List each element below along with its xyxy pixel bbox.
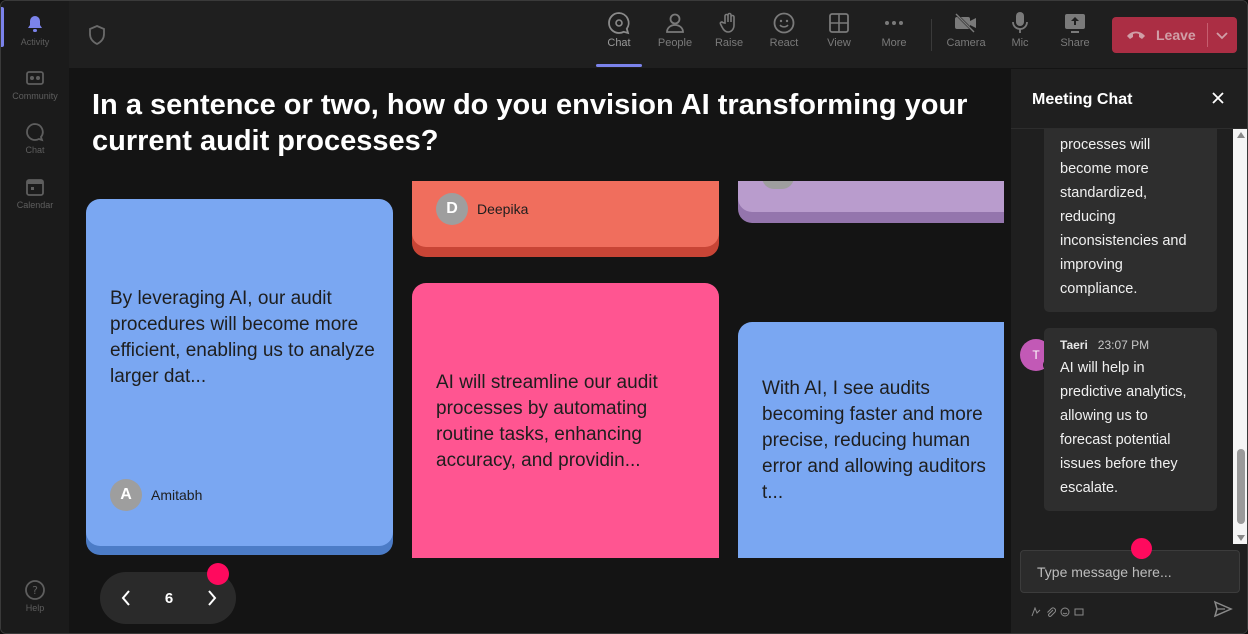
card-text: By leveraging AI, our audit procedures w… xyxy=(110,288,375,387)
response-card[interactable]: AI will streamline our audit processes b… xyxy=(412,283,719,558)
app-rail: Activity Community Chat Calendar ? Help xyxy=(1,1,69,633)
next-page-button[interactable] xyxy=(192,578,232,618)
attach-icon[interactable] xyxy=(1046,604,1056,617)
rail-label: Community xyxy=(12,91,58,101)
meeting-window: Activity Community Chat Calendar ? Help xyxy=(0,0,1248,634)
scroll-up-icon[interactable] xyxy=(1237,132,1245,138)
chat-header: Meeting Chat xyxy=(1011,69,1247,129)
tool-more[interactable]: More xyxy=(869,9,919,65)
emoji-icon[interactable] xyxy=(1060,604,1070,617)
chat-message: Taeri 23:07 PM AI will help in predictive… xyxy=(1044,328,1217,511)
tool-react[interactable]: React xyxy=(759,9,809,65)
bell-icon xyxy=(24,13,46,35)
people-icon xyxy=(662,9,688,37)
tool-label: View xyxy=(827,37,851,49)
rail-item-calendar[interactable]: Calendar xyxy=(1,176,69,210)
rail-item-help[interactable]: ? Help xyxy=(1,579,69,613)
chevron-left-icon xyxy=(121,590,130,606)
meeting-toolbar: Chat People Raise React View More Camera xyxy=(69,1,1247,69)
help-icon: ? xyxy=(24,579,46,601)
tool-chat[interactable]: Chat xyxy=(594,9,644,67)
rail-label: Chat xyxy=(25,145,45,155)
smiley-icon xyxy=(771,9,797,37)
tool-people[interactable]: People xyxy=(650,9,700,65)
chat-message: processes will become more standardized,… xyxy=(1044,129,1217,312)
close-icon[interactable] xyxy=(1209,89,1227,107)
shield-icon[interactable] xyxy=(87,25,107,46)
pointer-marker xyxy=(207,563,229,585)
message-time: 23:07 PM xyxy=(1097,338,1150,352)
share-icon xyxy=(1062,9,1088,37)
card-author: A Amitabh xyxy=(110,479,202,511)
meeting-chat-panel: Meeting Chat processes will become more … xyxy=(1011,69,1247,633)
tool-label: People xyxy=(657,37,693,49)
scroll-thumb[interactable] xyxy=(1237,449,1245,524)
response-card-amitabh[interactable]: By leveraging AI, our audit procedures w… xyxy=(86,199,393,546)
chat-title: Meeting Chat xyxy=(1032,91,1133,108)
tool-label: Share xyxy=(1060,37,1090,49)
gif-icon[interactable] xyxy=(1074,604,1084,616)
chat-icon xyxy=(24,121,46,143)
message-meta: Taeri 23:07 PM xyxy=(1060,338,1149,352)
tool-label: Mic xyxy=(1011,37,1029,49)
author-name: Amitabh xyxy=(151,487,203,503)
message-text: AI will help in predictive analytics, al… xyxy=(1060,360,1187,496)
tool-view[interactable]: View xyxy=(814,9,864,65)
tool-label: Chat xyxy=(607,37,631,49)
chat-icon xyxy=(606,9,632,37)
scroll-down-icon[interactable] xyxy=(1237,535,1245,541)
card-text: AI will streamline our audit processes b… xyxy=(436,372,658,471)
tool-share[interactable]: Share xyxy=(1050,9,1100,65)
scroll-clip xyxy=(401,151,1011,181)
rail-item-community[interactable]: Community xyxy=(1,67,69,101)
tool-raise[interactable]: Raise xyxy=(704,9,754,65)
send-icon[interactable] xyxy=(1213,600,1233,618)
format-icon[interactable] xyxy=(1031,604,1041,617)
rail-label: Calendar xyxy=(16,200,54,210)
rail-label: Activity xyxy=(20,37,50,47)
rail-item-chat[interactable]: Chat xyxy=(1,121,69,155)
tool-label: Raise xyxy=(714,37,744,49)
tool-label: React xyxy=(769,37,799,49)
rail-item-activity[interactable]: Activity xyxy=(1,7,69,47)
hand-icon xyxy=(716,9,742,37)
camera-off-icon xyxy=(953,9,979,37)
card-text: With AI, I see audits becoming faster an… xyxy=(762,378,986,503)
leave-divider xyxy=(1207,23,1208,47)
chat-scrollbar[interactable] xyxy=(1233,129,1247,544)
phone-hangup-icon xyxy=(1126,28,1146,42)
author-name: Deepika xyxy=(477,201,529,217)
tool-camera[interactable]: Camera xyxy=(941,9,991,65)
avatar: D xyxy=(436,193,468,225)
message-text: processes will become more standardized,… xyxy=(1060,137,1187,297)
leave-button[interactable]: Leave xyxy=(1112,17,1237,53)
chevron-down-icon[interactable] xyxy=(1215,29,1229,41)
leave-label: Leave xyxy=(1156,27,1196,43)
svg-text:?: ? xyxy=(32,584,38,597)
grid-icon xyxy=(826,9,852,37)
pointer-marker xyxy=(1131,538,1152,559)
calendar-icon xyxy=(24,176,46,198)
prev-page-button[interactable] xyxy=(106,578,146,618)
message-input[interactable] xyxy=(1020,550,1240,593)
response-card[interactable]: With AI, I see audits becoming faster an… xyxy=(738,322,1004,558)
mic-icon xyxy=(1007,9,1033,37)
avatar: A xyxy=(110,479,142,511)
chevron-right-icon xyxy=(208,590,217,606)
rail-label: Help xyxy=(25,603,45,613)
sender-name: Taeri xyxy=(1060,338,1088,352)
tool-mic[interactable]: Mic xyxy=(995,9,1045,65)
more-icon xyxy=(881,9,907,37)
community-icon xyxy=(24,67,46,89)
card-author: D Deepika xyxy=(436,193,528,225)
question-title: In a sentence or two, how do you envisio… xyxy=(92,89,968,157)
tool-label: Camera xyxy=(946,37,986,49)
page-number: 6 xyxy=(164,589,174,607)
tool-label: More xyxy=(881,37,907,49)
toolbar-divider xyxy=(931,19,932,51)
